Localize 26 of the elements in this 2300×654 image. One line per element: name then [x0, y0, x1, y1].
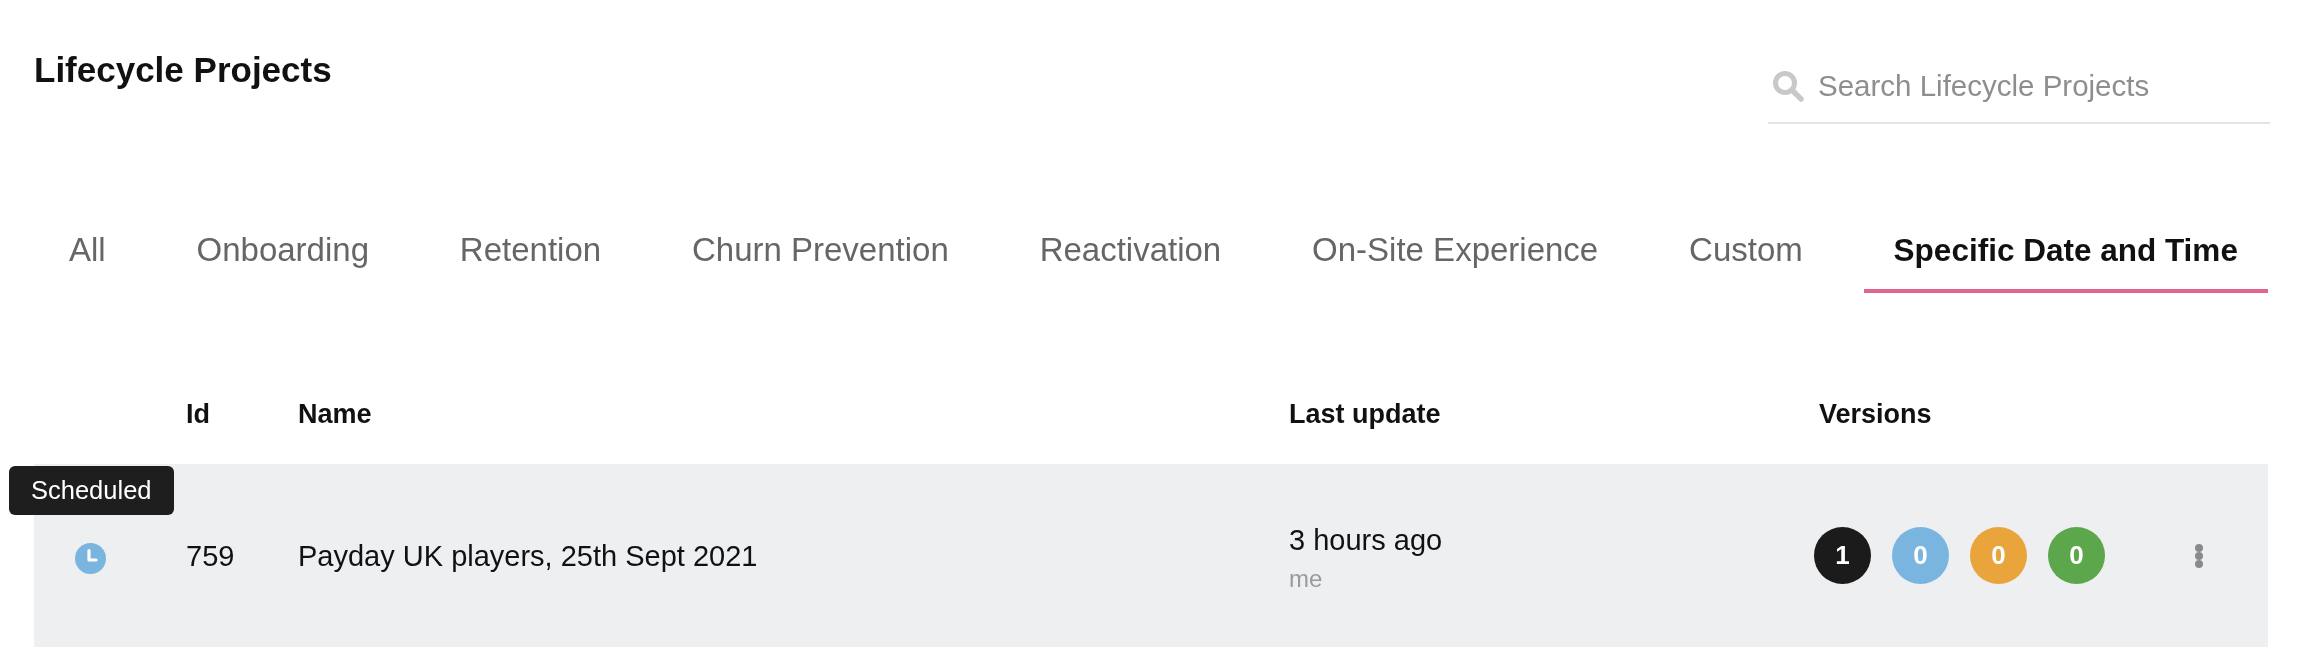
- tab[interactable]: Onboarding: [166, 232, 399, 293]
- tab[interactable]: Specific Date and Time: [1863, 232, 2268, 293]
- page-title: Lifecycle Projects: [34, 49, 332, 91]
- last-update-time: 3 hours ago: [1289, 522, 1444, 558]
- version-count-badge: 0: [1892, 527, 1949, 584]
- search-icon: [1772, 70, 1804, 102]
- column-header: Id: [186, 398, 211, 431]
- tab[interactable]: Reactivation: [1009, 232, 1252, 293]
- project-name[interactable]: Payday UK players, 25th Sept 2021: [298, 537, 1289, 574]
- tab[interactable]: Churn Prevention: [661, 232, 979, 293]
- tab[interactable]: Custom: [1659, 232, 1833, 293]
- version-count-badge: 0: [1970, 527, 2027, 584]
- tab[interactable]: All: [39, 232, 136, 293]
- column-header: Versions: [1819, 398, 1933, 431]
- updated-by: me: [1289, 563, 1324, 594]
- search-field[interactable]: Search Lifecycle Projects: [1818, 63, 2270, 109]
- tab[interactable]: Retention: [429, 232, 632, 293]
- column-header: Last update: [1289, 398, 1442, 431]
- project-id: 759: [186, 538, 236, 574]
- tab[interactable]: On-Site Experience: [1282, 232, 1629, 293]
- column-header: Name: [298, 398, 373, 431]
- more-menu-icon[interactable]: [2195, 543, 2203, 568]
- clock-icon: [75, 543, 106, 574]
- version-count-badge: 1: [1814, 527, 1871, 584]
- tooltip: Scheduled: [9, 466, 174, 515]
- version-count-badge: 0: [2048, 527, 2105, 584]
